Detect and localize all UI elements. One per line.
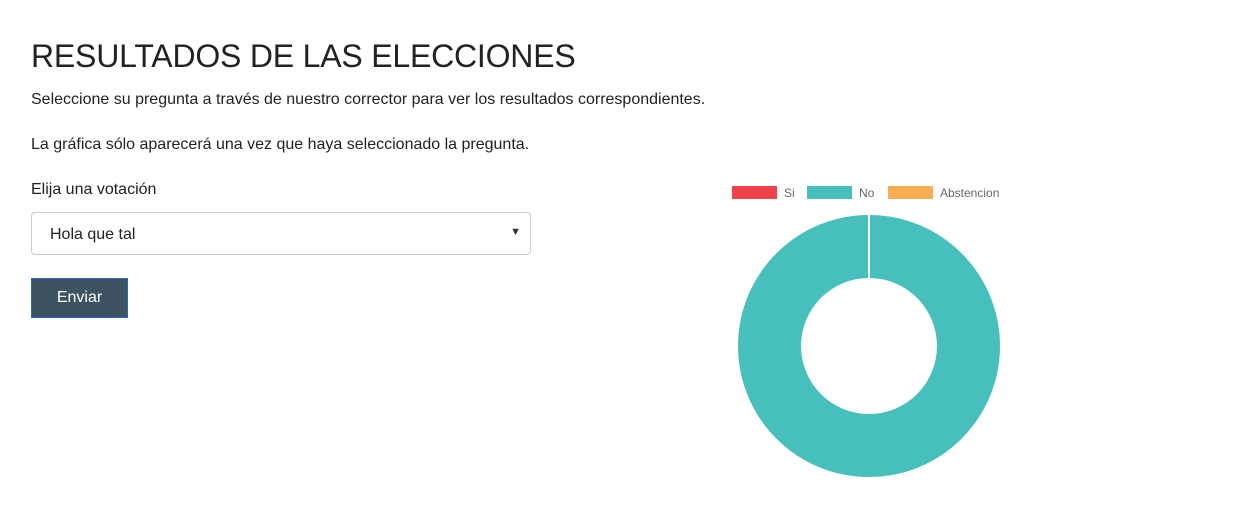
legend-swatch-si[interactable]	[732, 186, 777, 199]
vote-select[interactable]: Hola que tal ▼	[31, 212, 531, 255]
page-title: RESULTADOS DE LAS ELECCIONES	[31, 38, 576, 74]
doughnut-chart: Si No Abstencion	[732, 186, 1000, 478]
intro-text: Seleccione su pregunta a través de nuest…	[31, 91, 706, 108]
legend-swatch-no[interactable]	[807, 186, 852, 199]
legend-label-abstencion: Abstencion	[940, 186, 999, 200]
vote-select-value: Hola que tal	[50, 226, 136, 243]
chevron-down-icon: ▼	[510, 226, 521, 238]
submit-button[interactable]: Enviar	[31, 278, 128, 318]
legend-swatch-abstencion[interactable]	[888, 186, 933, 199]
chart-note-text: La gráfica sólo aparecerá una vez que ha…	[31, 136, 530, 153]
legend-label-no: No	[859, 186, 875, 200]
legend-label-si: Si	[784, 186, 795, 200]
vote-select-label: Elija una votación	[31, 181, 157, 198]
results-chart: Si No Abstencion	[700, 178, 1040, 488]
page: RESULTADOS DE LAS ELECCIONES Seleccione …	[0, 0, 1235, 517]
